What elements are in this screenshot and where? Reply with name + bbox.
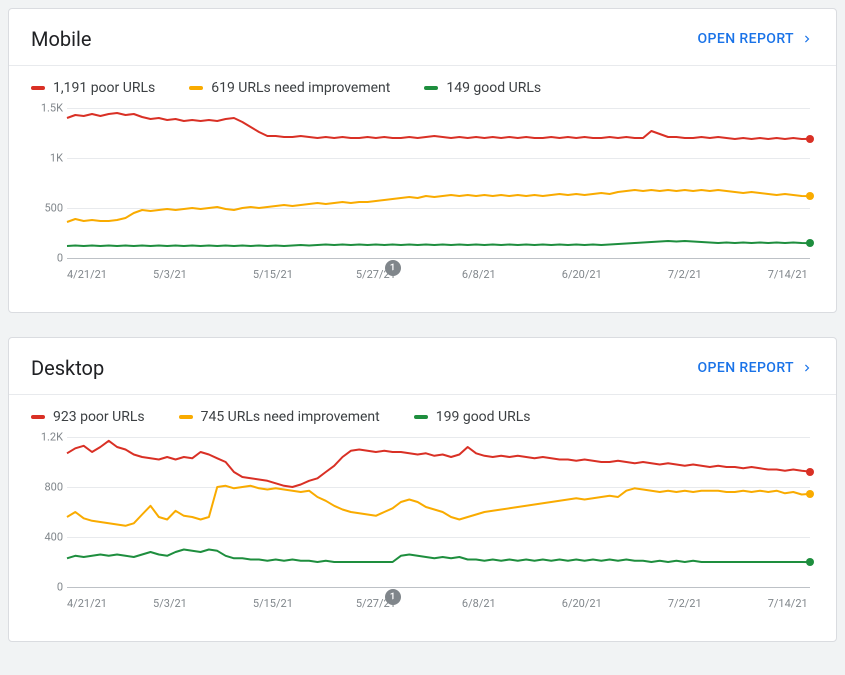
chart-area: 05001K1.5K1	[31, 108, 814, 258]
x-tick-label: 7/14/21	[768, 597, 808, 610]
legend-label: 1,191 poor URLs	[53, 80, 155, 96]
open-report-button[interactable]: OPEN REPORT	[698, 360, 814, 376]
legend-swatch-poor	[31, 415, 45, 419]
line-chart-svg	[67, 108, 810, 258]
legend-swatch-good	[414, 415, 428, 419]
x-tick-label: 7/2/21	[668, 597, 702, 610]
chart-legend: 1,191 poor URLs 619 URLs need improvement…	[9, 66, 836, 104]
series-end-dot-good	[806, 558, 814, 566]
legend-item-need[interactable]: 619 URLs need improvement	[189, 80, 390, 96]
open-report-label: OPEN REPORT	[698, 31, 794, 47]
legend-label: 745 URLs need improvement	[201, 409, 380, 425]
x-tick-label: 5/27/21	[356, 597, 396, 610]
series-end-dot-need	[806, 490, 814, 498]
series-line-good	[67, 550, 810, 563]
x-tick-label: 4/21/21	[67, 597, 107, 610]
series-line-need	[67, 190, 810, 222]
series-line-good	[67, 241, 810, 246]
card-header: Desktop OPEN REPORT	[9, 338, 836, 394]
x-tick-label: 6/8/21	[462, 597, 496, 610]
y-axis-labels: 05001K1.5K	[31, 108, 63, 258]
series-end-dot-need	[806, 192, 814, 200]
series-line-poor	[67, 441, 810, 487]
y-tick-label: 1.2K	[31, 431, 63, 444]
chart-wrap: 0 500 1K 1.5K 1 4/21/21 5/3/21 5/15/21 5/27/21 6/…	[9, 104, 836, 312]
legend-item-good[interactable]: 199 good URLs	[414, 409, 531, 425]
x-axis: 4/21/21 5/3/21 5/15/21 5/27/21 6/8/21 6/20/21…	[67, 268, 810, 292]
x-axis: 4/21/21 5/3/21 5/15/21 5/27/21 6/8/21 6/20/21…	[67, 597, 810, 621]
grid-line	[67, 587, 810, 588]
y-tick-label: 0	[31, 252, 63, 265]
y-tick-label: 400	[31, 531, 63, 544]
legend-item-good[interactable]: 149 good URLs	[424, 80, 541, 96]
legend-swatch-good	[424, 86, 438, 90]
card-title: Mobile	[31, 27, 91, 51]
plot-region[interactable]: 1	[67, 437, 810, 587]
x-tick-label: 6/20/21	[562, 597, 602, 610]
grid-line	[67, 258, 810, 259]
x-tick-label: 7/14/21	[768, 268, 808, 281]
x-tick-label: 4/21/21	[67, 268, 107, 281]
open-report-label: OPEN REPORT	[698, 360, 794, 376]
legend-item-need[interactable]: 745 URLs need improvement	[179, 409, 380, 425]
series-line-need	[67, 486, 810, 526]
y-tick-label: 1.5K	[31, 102, 63, 115]
y-tick-label: 800	[31, 481, 63, 494]
legend-item-poor[interactable]: 923 poor URLs	[31, 409, 145, 425]
x-tick-label: 6/8/21	[462, 268, 496, 281]
card-title: Desktop	[31, 356, 104, 380]
x-tick-label: 5/3/21	[153, 268, 187, 281]
open-report-button[interactable]: OPEN REPORT	[698, 31, 814, 47]
legend-swatch-poor	[31, 86, 45, 90]
y-tick-label: 0	[31, 581, 63, 594]
legend-label: 199 good URLs	[436, 409, 531, 425]
y-tick-label: 1K	[31, 152, 63, 165]
x-tick-label: 7/2/21	[668, 268, 702, 281]
legend-swatch-need	[179, 415, 193, 419]
legend-label: 149 good URLs	[446, 80, 541, 96]
series-end-dot-poor	[806, 468, 814, 476]
x-tick-label: 5/15/21	[253, 597, 293, 610]
series-line-poor	[67, 113, 810, 139]
series-end-dot-good	[806, 239, 814, 247]
y-axis-labels: 04008001.2K	[31, 437, 63, 587]
desktop-card: Desktop OPEN REPORT 923 poor URLs 745 URLs …	[8, 337, 837, 642]
series-end-dot-poor	[806, 135, 814, 143]
plot-region[interactable]: 1	[67, 108, 810, 258]
x-tick-label: 5/3/21	[153, 597, 187, 610]
legend-label: 923 poor URLs	[53, 409, 145, 425]
x-tick-label: 5/27/21	[356, 268, 396, 281]
legend-label: 619 URLs need improvement	[211, 80, 390, 96]
line-chart-svg	[67, 437, 810, 587]
legend-swatch-need	[189, 86, 203, 90]
chart-area: 04008001.2K1	[31, 437, 814, 587]
chevron-right-icon	[800, 361, 814, 375]
chart-legend: 923 poor URLs 745 URLs need improvement 19…	[9, 395, 836, 433]
y-tick-label: 500	[31, 202, 63, 215]
x-tick-label: 5/15/21	[253, 268, 293, 281]
card-header: Mobile OPEN REPORT	[9, 9, 836, 65]
chart-wrap: 0 400 800 1.2K 1 4/21/21 5/3/21 5/15/21 5/27/21 6…	[9, 433, 836, 641]
legend-item-poor[interactable]: 1,191 poor URLs	[31, 80, 155, 96]
mobile-card: Mobile OPEN REPORT 1,191 poor URLs 619 URLs…	[8, 8, 837, 313]
chevron-right-icon	[800, 32, 814, 46]
x-tick-label: 6/20/21	[562, 268, 602, 281]
